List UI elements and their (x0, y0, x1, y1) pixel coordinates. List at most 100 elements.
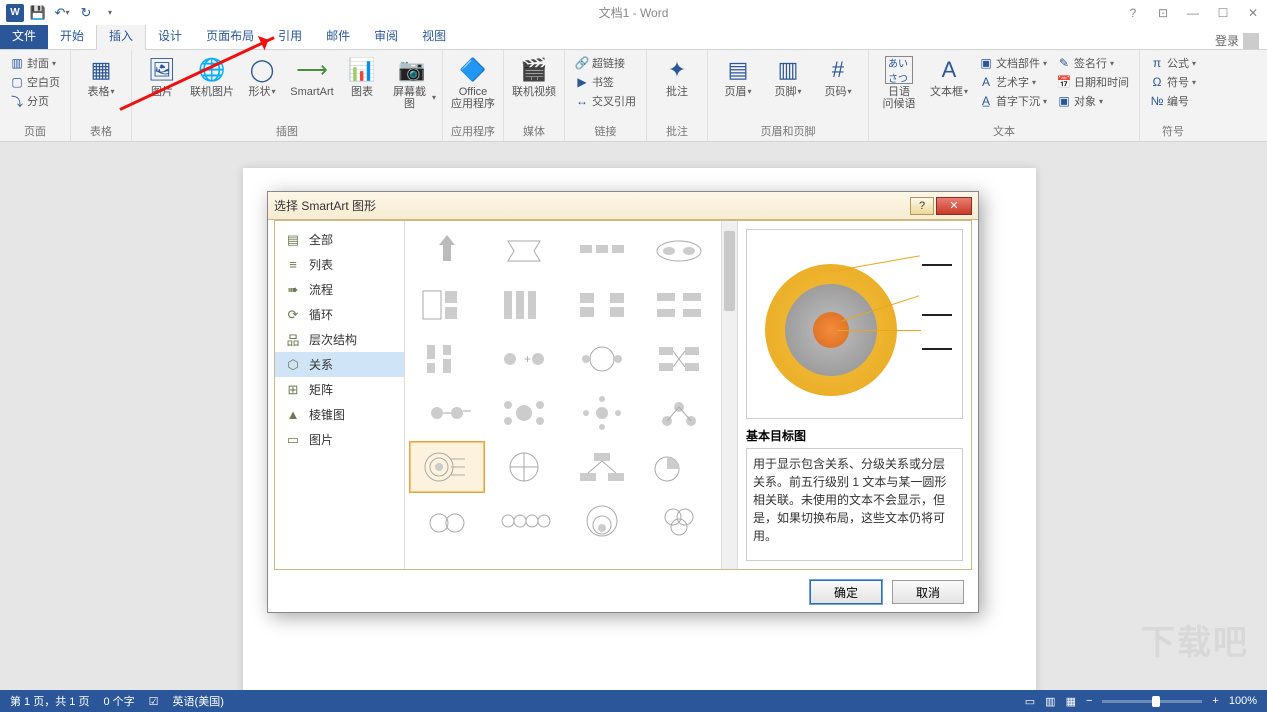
blank-page-button[interactable]: ▢空白页 (6, 73, 64, 91)
layout-thumb[interactable] (409, 387, 485, 439)
cat-process[interactable]: ➠流程 (275, 277, 404, 302)
symbol-button[interactable]: Ω符号▾ (1146, 73, 1200, 91)
view-read-icon[interactable]: ▭ (1025, 695, 1035, 708)
datetime-button[interactable]: 📅日期和时间 (1053, 73, 1133, 91)
page-number-button[interactable]: #页码▾ (814, 52, 862, 98)
tab-review[interactable]: 审阅 (362, 22, 410, 49)
wordart-button[interactable]: A艺术字▾ (975, 73, 1051, 91)
layout-thumb[interactable] (409, 225, 485, 277)
textbox-button[interactable]: A文本框▾ (925, 52, 973, 98)
status-words[interactable]: 0 个字 (103, 693, 134, 709)
preview-canvas (746, 229, 963, 419)
equation-button[interactable]: π公式▾ (1146, 54, 1200, 72)
office-apps-button[interactable]: 🔷Office 应用程序 (449, 52, 497, 110)
layout-thumb[interactable] (564, 333, 640, 385)
layout-thumb[interactable] (409, 495, 485, 547)
cat-picture[interactable]: ▭图片 (275, 427, 404, 452)
layout-thumb[interactable] (564, 225, 640, 277)
layout-thumb[interactable] (409, 333, 485, 385)
layout-thumb[interactable] (642, 387, 718, 439)
layout-thumb[interactable] (487, 441, 563, 493)
footer-button[interactable]: ▥页脚▾ (764, 52, 812, 98)
dialog-close-button[interactable]: ✕ (936, 197, 972, 215)
maximize-icon[interactable]: ☐ (1209, 3, 1237, 23)
cover-page-button[interactable]: ▥封面▾ (6, 54, 64, 72)
qat-customize-icon[interactable]: ▾ (100, 3, 120, 23)
cat-all[interactable]: ▤全部 (275, 227, 404, 252)
cat-relationship[interactable]: ⬡关系 (275, 352, 404, 377)
quickparts-button[interactable]: ▣文档部件▾ (975, 54, 1051, 72)
layout-thumb[interactable] (642, 333, 718, 385)
table-button[interactable]: ▦表格▾ (77, 52, 125, 98)
online-pictures-button[interactable]: 🌐联机图片 (188, 52, 236, 98)
status-page[interactable]: 第 1 页，共 1 页 (10, 693, 89, 709)
cat-hierarchy[interactable]: 品层次结构 (275, 327, 404, 352)
object-button[interactable]: ▣对象▾ (1053, 92, 1133, 110)
tab-home[interactable]: 开始 (48, 22, 96, 49)
ok-button[interactable]: 确定 (810, 580, 882, 604)
layout-thumb[interactable] (487, 387, 563, 439)
layout-thumb[interactable] (487, 225, 563, 277)
cancel-button[interactable]: 取消 (892, 580, 964, 604)
ribbon-display-icon[interactable]: ⊡ (1149, 3, 1177, 23)
pictures-button[interactable]: 🖼图片 (138, 52, 186, 98)
minimize-icon[interactable]: — (1179, 3, 1207, 23)
zoom-level[interactable]: 100% (1229, 695, 1257, 707)
help-icon[interactable]: ? (1119, 3, 1147, 23)
layout-thumb[interactable] (409, 441, 485, 493)
view-print-icon[interactable]: ▥ (1045, 695, 1055, 708)
zoom-in-icon[interactable]: + (1212, 695, 1218, 707)
status-language[interactable]: 英语(美国) (173, 693, 224, 709)
page-break-button[interactable]: ⤵分页 (6, 92, 64, 110)
redo-icon[interactable]: ↻ (76, 3, 96, 23)
header-button[interactable]: ▤页眉▾ (714, 52, 762, 98)
layout-thumb[interactable] (409, 279, 485, 331)
undo-icon[interactable]: ↶▾ (52, 3, 72, 23)
tab-file[interactable]: 文件 (0, 22, 48, 49)
layout-thumb[interactable] (642, 441, 718, 493)
login-link[interactable]: 登录 (1215, 32, 1267, 49)
layout-thumb[interactable] (564, 279, 640, 331)
dialog-titlebar[interactable]: 选择 SmartArt 图形 ? ✕ (268, 192, 978, 220)
online-video-button[interactable]: 🎬联机视频 (510, 52, 558, 98)
cat-pyramid[interactable]: ▲棱锥图 (275, 402, 404, 427)
save-icon[interactable]: 💾 (28, 3, 48, 23)
zoom-slider[interactable] (1102, 700, 1202, 703)
cat-list[interactable]: ≡列表 (275, 252, 404, 277)
hyperlink-button[interactable]: 🔗超链接 (571, 54, 640, 72)
gallery-scrollbar[interactable] (721, 221, 737, 569)
signature-button[interactable]: ✎签名行▾ (1053, 54, 1133, 72)
dropcap-button[interactable]: A̲首字下沉▾ (975, 92, 1051, 110)
layout-thumb[interactable] (564, 441, 640, 493)
status-proof-icon[interactable]: ☑ (149, 695, 159, 708)
tab-references[interactable]: 引用 (266, 22, 314, 49)
cat-matrix[interactable]: ⊞矩阵 (275, 377, 404, 402)
tab-design[interactable]: 设计 (146, 22, 194, 49)
shapes-button[interactable]: ◯形状▾ (238, 52, 286, 98)
tab-view[interactable]: 视图 (410, 22, 458, 49)
comment-button[interactable]: ✦批注 (653, 52, 701, 98)
layout-thumb[interactable] (487, 279, 563, 331)
number-button[interactable]: №编号 (1146, 92, 1200, 110)
view-web-icon[interactable]: ▦ (1066, 695, 1076, 708)
zoom-out-icon[interactable]: − (1086, 695, 1092, 707)
tab-mailings[interactable]: 邮件 (314, 22, 362, 49)
chart-button[interactable]: 📊图表 (338, 52, 386, 98)
greeting-button[interactable]: あいさつ日语 问候语 (875, 52, 923, 110)
tab-insert[interactable]: 插入 (96, 21, 146, 50)
bookmark-button[interactable]: ▶书签 (571, 73, 640, 91)
dialog-help-button[interactable]: ? (910, 197, 934, 215)
smartart-button[interactable]: ⟶SmartArt (288, 52, 336, 98)
layout-thumb[interactable] (564, 387, 640, 439)
layout-thumb[interactable] (564, 495, 640, 547)
layout-thumb[interactable] (642, 279, 718, 331)
crossref-button[interactable]: ↔交叉引用 (571, 92, 640, 110)
close-icon[interactable]: ✕ (1239, 3, 1267, 23)
cat-cycle[interactable]: ⟳循环 (275, 302, 404, 327)
layout-thumb[interactable]: + (487, 333, 563, 385)
screenshot-button[interactable]: 📷屏幕截图▾ (388, 52, 436, 110)
layout-thumb[interactable] (642, 225, 718, 277)
layout-thumb[interactable] (642, 495, 718, 547)
layout-thumb[interactable] (487, 495, 563, 547)
tab-layout[interactable]: 页面布局 (194, 22, 266, 49)
